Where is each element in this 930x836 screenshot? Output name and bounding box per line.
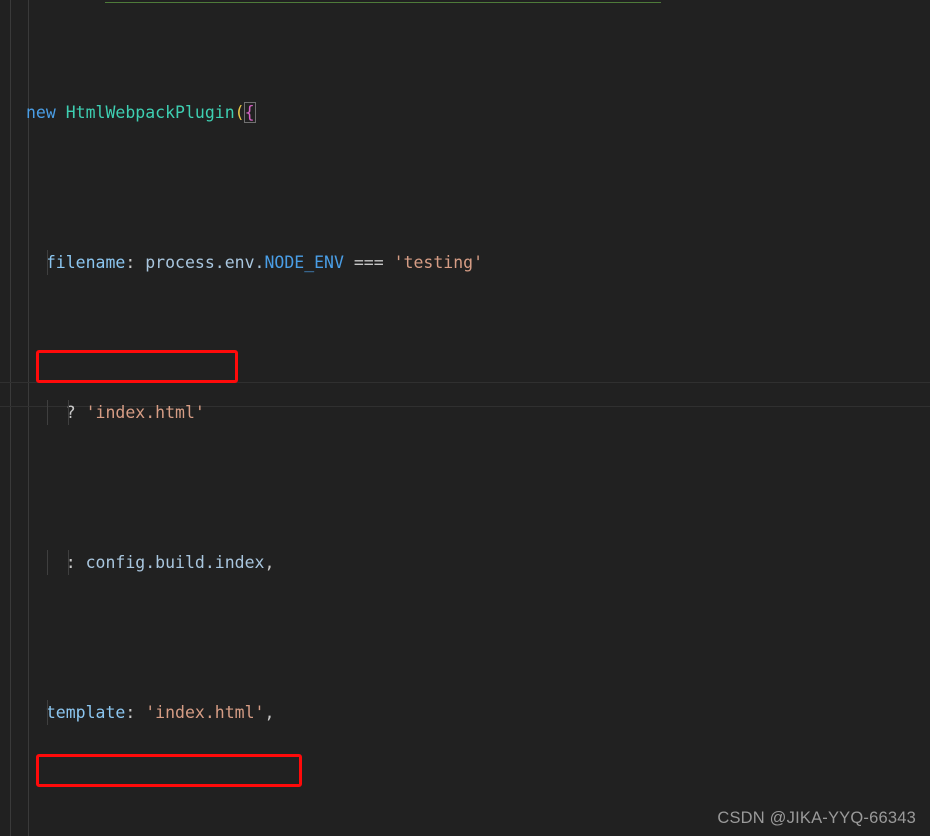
token-strict-equals: === bbox=[353, 253, 384, 272]
code-line[interactable]: filename: process.env.NODE_ENV === 'test… bbox=[0, 250, 930, 275]
code-line[interactable]: new HtmlWebpackPlugin({ bbox=[0, 100, 930, 125]
token-class-htmlwebpackplugin: HtmlWebpackPlugin bbox=[65, 103, 235, 122]
indent-guide bbox=[68, 400, 69, 425]
token-paren-open: ( bbox=[234, 103, 245, 122]
token-string-testing: 'testing' bbox=[393, 253, 484, 272]
indent-guide bbox=[47, 700, 48, 725]
indent-guide bbox=[47, 550, 48, 575]
token-string-index-html: 'index.html' bbox=[85, 403, 205, 422]
indent-guide bbox=[47, 400, 48, 425]
token-config-build-index: config.build.index bbox=[85, 553, 265, 572]
code-line[interactable]: ? 'index.html' bbox=[0, 400, 930, 425]
indent-guide bbox=[68, 550, 69, 575]
token-keyword-new: new bbox=[26, 103, 56, 122]
token-string-index-html: 'index.html' bbox=[145, 703, 265, 722]
token-comma: , bbox=[264, 553, 275, 572]
code-line[interactable]: : config.build.index, bbox=[0, 550, 930, 575]
token-colon: : bbox=[125, 703, 136, 722]
code-content[interactable]: new HtmlWebpackPlugin({ filename: proces… bbox=[0, 0, 930, 836]
token-comma: , bbox=[264, 703, 275, 722]
token-key-template: template bbox=[45, 703, 126, 722]
token-process-env: process.env. bbox=[145, 253, 265, 272]
code-editor-viewport[interactable]: new HtmlWebpackPlugin({ filename: proces… bbox=[0, 0, 930, 836]
token-brace-open: { bbox=[243, 102, 256, 123]
watermark-text: CSDN @JIKA-YYQ-66343 bbox=[717, 809, 916, 827]
code-line[interactable]: template: 'index.html', bbox=[0, 700, 930, 725]
token-node-env: NODE_ENV bbox=[264, 253, 344, 272]
indent-guide bbox=[47, 250, 48, 275]
token-colon: : bbox=[125, 253, 136, 272]
token-key-filename: filename bbox=[45, 253, 126, 272]
